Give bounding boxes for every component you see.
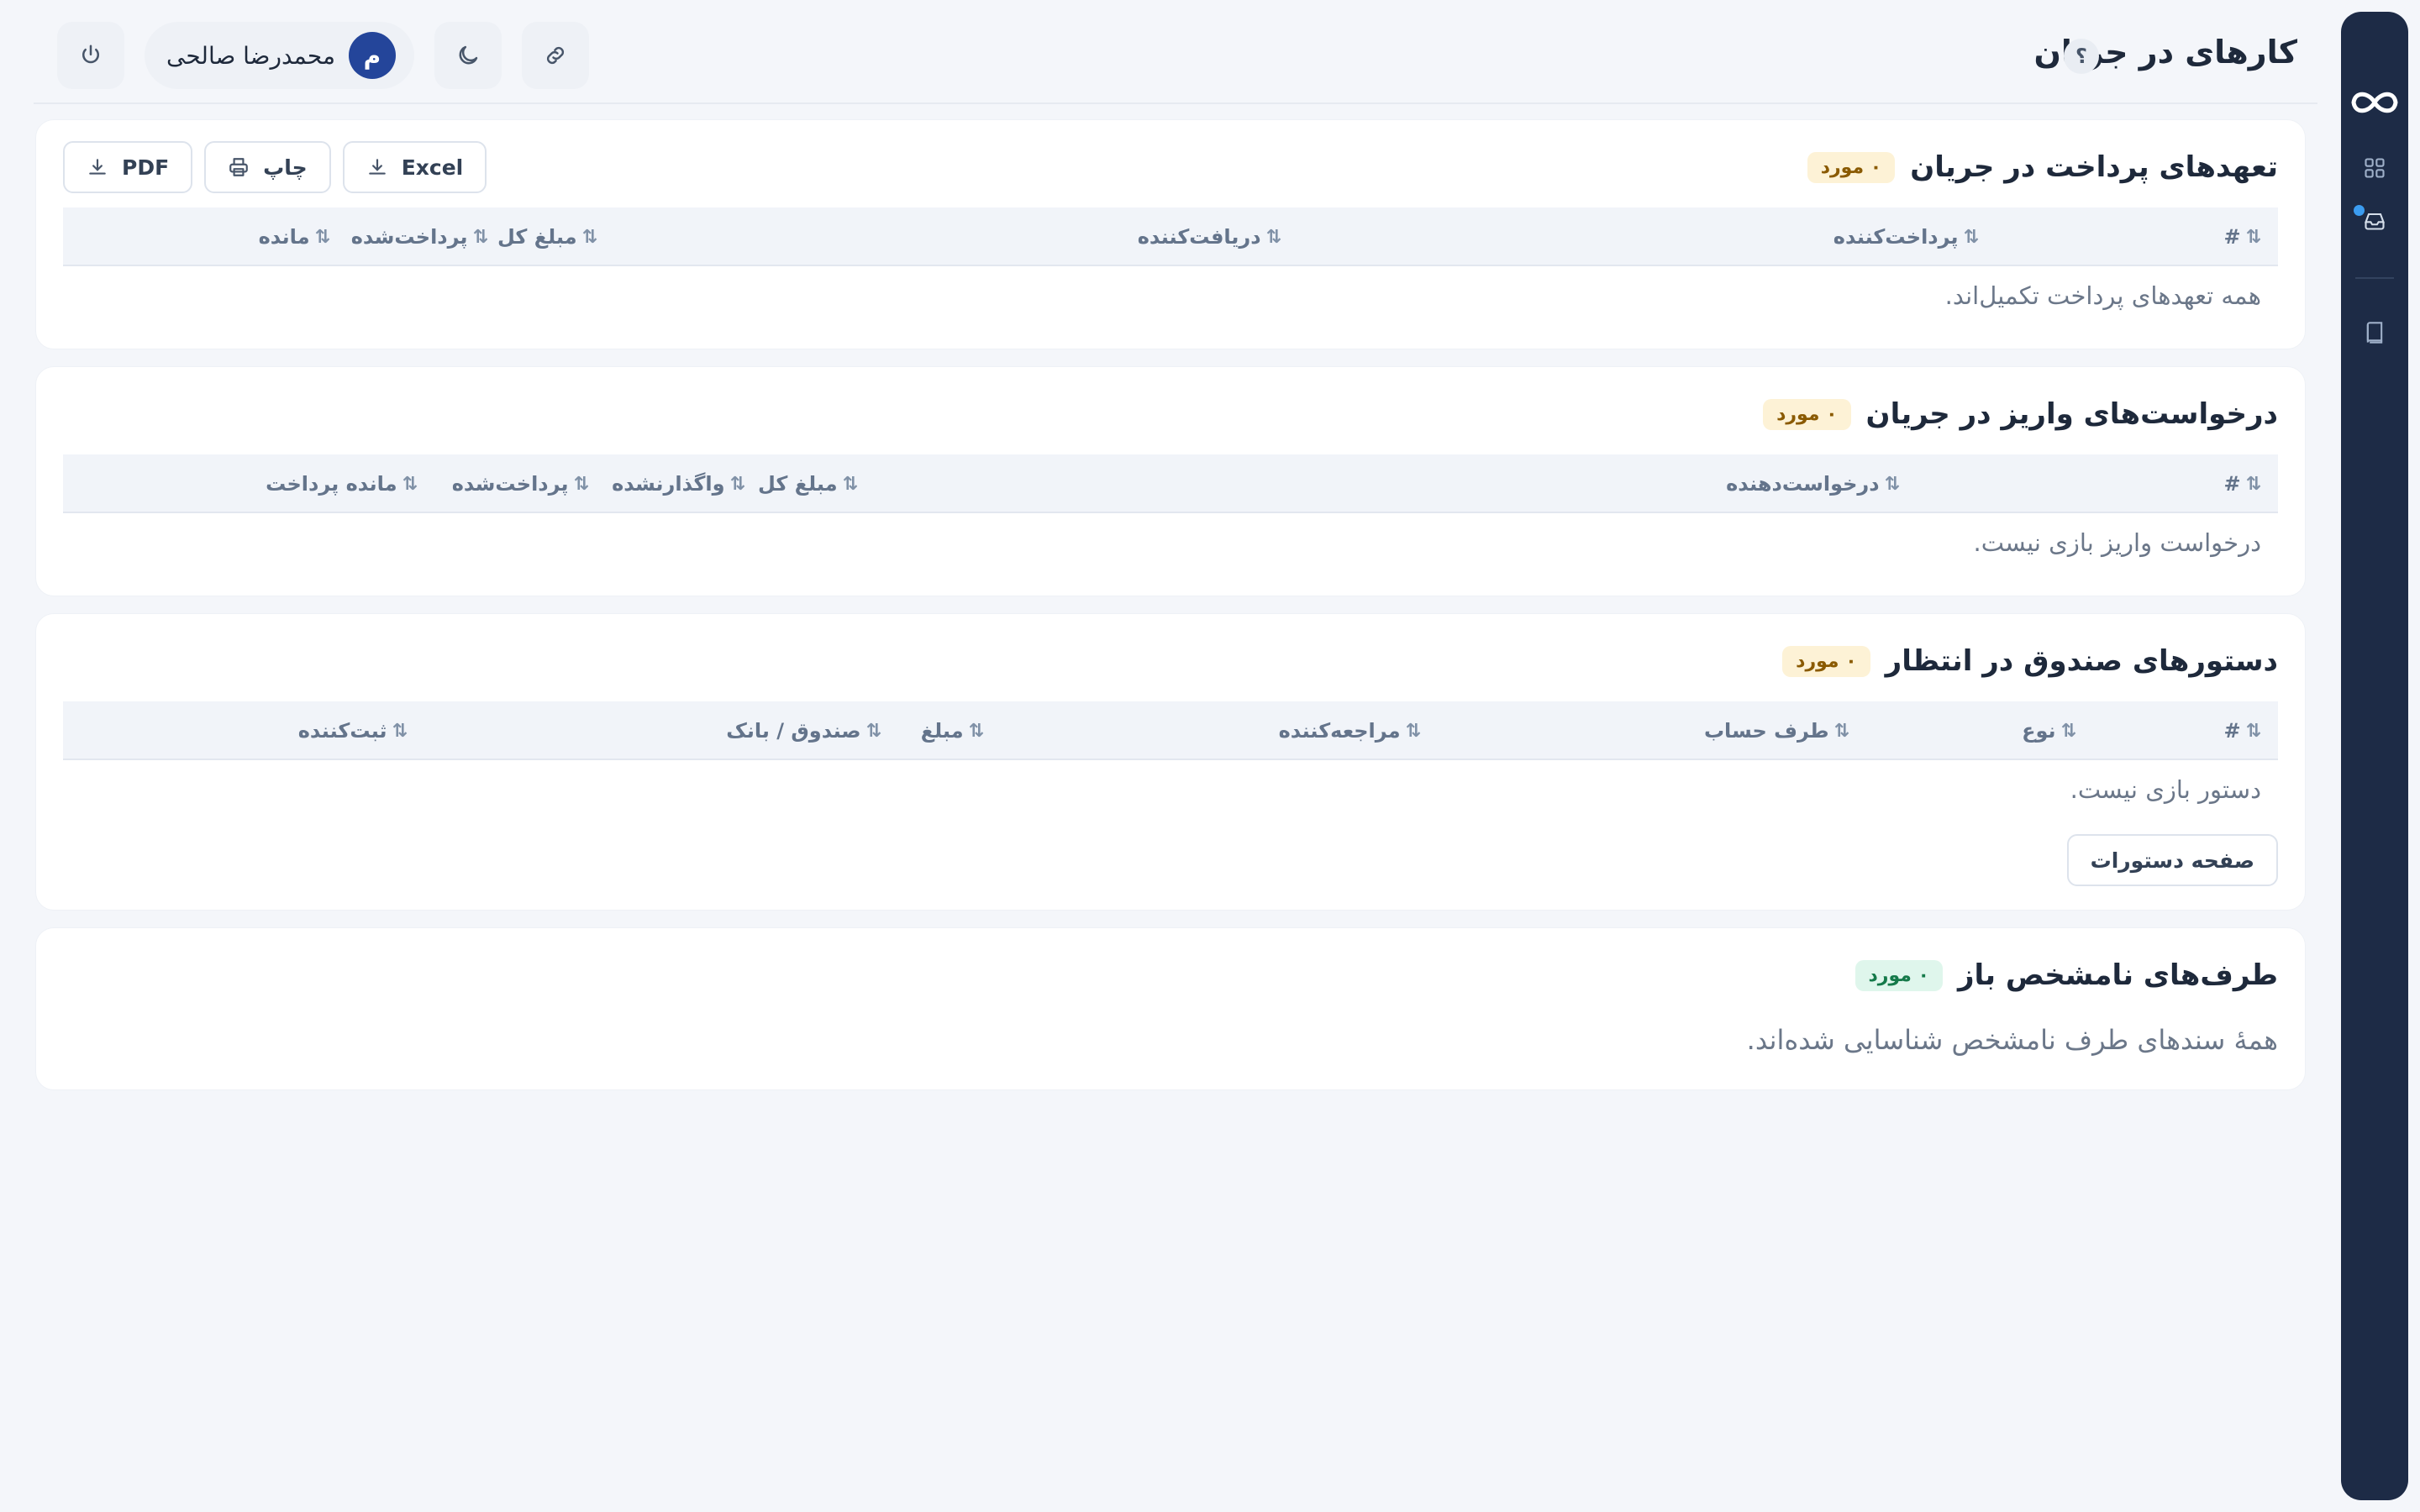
sort-icon: ⇅ — [472, 226, 488, 248]
empty-state: همه تعهدهای پرداخت تکمیل‌اند. — [1944, 281, 2261, 310]
section-title: درخواست‌های واریز در جریان — [1865, 397, 2278, 431]
link-button[interactable] — [521, 22, 589, 89]
column-header[interactable]: ⇅ پرداخت‌شده — [452, 454, 589, 513]
avatar: م — [348, 32, 396, 79]
rail-divider — [2355, 277, 2394, 279]
section-title: طرف‌های نامشخص باز — [1957, 958, 2278, 992]
user-name: محمدرضا صالحی — [166, 41, 335, 70]
printer-icon — [229, 158, 248, 176]
sort-icon: ⇅ — [314, 226, 330, 248]
count-badge: ۰ مورد — [1807, 151, 1896, 183]
export-pdf-button[interactable]: PDF — [63, 141, 193, 193]
column-header[interactable]: ⇅ مانده پرداخت — [266, 454, 418, 513]
moon-icon — [459, 45, 478, 65]
help-button[interactable]: ؟ — [2064, 39, 2099, 74]
column-header[interactable]: ⇅ درخواست‌دهنده — [1726, 454, 1900, 513]
export-buttons: Excel چاپ PDF — [63, 141, 487, 193]
power-icon — [82, 45, 99, 64]
nav-inbox[interactable] — [2351, 197, 2398, 244]
sort-icon: ⇅ — [573, 473, 589, 495]
user-menu[interactable]: م محمدرضا صالحی — [145, 22, 414, 89]
column-header[interactable]: ⇅ طرف حساب — [1704, 701, 1849, 760]
column-header[interactable]: ⇅ مبلغ کل — [497, 207, 597, 266]
table-header: ⇅ # ⇅ پرداخت‌کننده ⇅ دریافت‌کننده ⇅ مبلغ کل … — [63, 207, 2278, 266]
column-header[interactable]: ⇅ # — [2223, 207, 2261, 266]
sort-icon: ⇅ — [2245, 720, 2261, 742]
cash-orders-card: دستورهای صندوق در انتظار ۰ مورد ⇅ # ⇅ نوع … — [35, 613, 2306, 911]
unknown-parties-card: طرف‌های نامشخص باز ۰ مورد همهٔ سندهای طر… — [35, 927, 2306, 1090]
count-badge: ۰ مورد — [1763, 398, 1851, 430]
sort-icon: ⇅ — [581, 226, 597, 248]
dashboard-icon — [2365, 158, 2385, 178]
sort-icon: ⇅ — [1963, 226, 1979, 248]
commitments-card: تعهدهای پرداخت در جریان ۰ مورد Excel چاپ — [35, 119, 2306, 349]
column-header[interactable]: ⇅ دریافت‌کننده — [1138, 207, 1281, 266]
column-header[interactable]: ⇅ صندوق / بانک — [726, 701, 881, 760]
download-icon — [89, 159, 106, 175]
nav-dashboard[interactable] — [2351, 144, 2398, 192]
main-content: تعهدهای پرداخت در جریان ۰ مورد Excel چاپ — [35, 119, 2306, 1107]
sort-icon: ⇅ — [1265, 226, 1281, 248]
sort-icon: ⇅ — [2245, 473, 2261, 495]
column-header[interactable]: ⇅ # — [2223, 701, 2261, 760]
logout-button[interactable] — [57, 22, 124, 89]
section-title: تعهدهای پرداخت در جریان — [1910, 150, 2278, 184]
print-label: چاپ — [263, 155, 308, 180]
column-header[interactable]: ⇅ مانده — [259, 207, 330, 266]
link-icon — [546, 46, 565, 65]
count-badge: ۰ مورد — [1782, 645, 1870, 677]
column-header[interactable]: ⇅ مبلغ — [921, 701, 984, 760]
sort-icon: ⇅ — [729, 473, 745, 495]
count-badge: ۰ مورد — [1854, 959, 1943, 991]
table-header: ⇅ # ⇅ نوع ⇅ طرف حساب ⇅ مراجعه‌کننده ⇅ مبلغ ⇅ ص… — [63, 701, 2278, 760]
column-header[interactable]: ⇅ # — [2223, 454, 2261, 513]
sort-icon: ⇅ — [865, 720, 881, 742]
orders-page-button[interactable]: صفحه دستورات — [2066, 834, 2278, 886]
column-header[interactable]: ⇅ نوع — [2022, 701, 2076, 760]
sort-icon: ⇅ — [2245, 226, 2261, 248]
empty-state: دستور بازی نیست. — [2070, 775, 2261, 804]
sort-icon: ⇅ — [968, 720, 984, 742]
download-icon — [368, 159, 386, 175]
export-excel-label: Excel — [401, 155, 464, 180]
column-header[interactable]: ⇅ مبلغ کل — [758, 454, 858, 513]
deposits-card: درخواست‌های واریز در جریان ۰ مورد ⇅ # ⇅ در… — [35, 366, 2306, 596]
column-header[interactable]: ⇅ ثبت‌کننده — [298, 701, 408, 760]
header-actions: م محمدرضا صالحی — [57, 22, 589, 89]
column-header[interactable]: ⇅ پرداخت‌شده — [351, 207, 488, 266]
column-header[interactable]: ⇅ مراجعه‌کننده — [1279, 701, 1421, 760]
section-title: دستورهای صندوق در انتظار — [1885, 644, 2278, 678]
column-header[interactable]: ⇅ واگذارنشده — [612, 454, 745, 513]
table-header: ⇅ # ⇅ درخواست‌دهنده ⇅ مبلغ کل ⇅ واگذارنشده ⇅… — [63, 454, 2278, 513]
top-bar: کارهای در جریان ؟ م محمدرضا صالحی — [34, 0, 2317, 104]
side-rail — [2341, 12, 2408, 1500]
sort-icon: ⇅ — [1884, 473, 1900, 495]
sort-icon: ⇅ — [842, 473, 858, 495]
sort-icon: ⇅ — [1405, 720, 1421, 742]
logo-icon[interactable] — [2349, 86, 2401, 119]
inbox-icon — [2364, 213, 2386, 230]
empty-state: درخواست واریز بازی نیست. — [1973, 528, 2261, 557]
status-message: همهٔ سندهای طرف نامشخص شناسایی شده‌اند. — [1746, 1024, 2278, 1056]
theme-toggle-button[interactable] — [434, 22, 502, 89]
notification-dot — [2354, 205, 2365, 216]
column-header[interactable]: ⇅ پرداخت‌کننده — [1833, 207, 1979, 266]
nav-book[interactable] — [2351, 309, 2398, 356]
export-pdf-label: PDF — [122, 155, 170, 180]
export-excel-button[interactable]: Excel — [342, 141, 487, 193]
sort-icon: ⇅ — [1833, 720, 1849, 742]
print-button[interactable]: چاپ — [204, 141, 331, 193]
sort-icon: ⇅ — [2060, 720, 2076, 742]
sort-icon: ⇅ — [402, 473, 418, 495]
book-icon — [2366, 322, 2383, 344]
sort-icon: ⇅ — [392, 720, 408, 742]
